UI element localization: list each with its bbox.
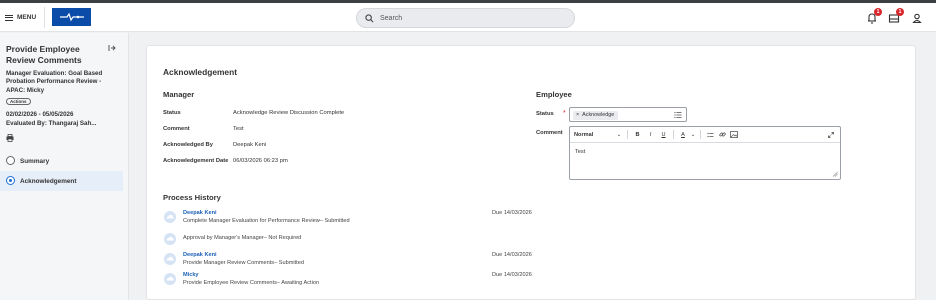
- row-label: Status: [163, 110, 181, 116]
- cloud-icon: [164, 211, 176, 223]
- topbar-divider: [44, 7, 45, 28]
- process-history-item: Deepak Keni Complete Manager Evaluation …: [163, 210, 763, 228]
- cloud-icon: [164, 233, 176, 245]
- cloud-icon: [164, 273, 176, 285]
- row-label: Acknowledged By: [163, 142, 213, 148]
- remove-icon[interactable]: ×: [576, 111, 579, 120]
- actions-button[interactable]: Actions: [6, 98, 31, 105]
- profile-button[interactable]: [910, 11, 924, 25]
- resize-handle-icon[interactable]: [832, 171, 838, 177]
- history-description: Provide Manager Review Comments– Submitt…: [183, 260, 304, 266]
- status-pill[interactable]: × Acknowledge: [573, 110, 619, 120]
- menu-icon: [5, 14, 13, 21]
- bullet-list-icon[interactable]: [704, 127, 716, 143]
- history-person-link[interactable]: Deepak Keni: [183, 210, 217, 216]
- list-icon[interactable]: [674, 111, 682, 119]
- profile-icon: [912, 13, 922, 24]
- history-description: Complete Manager Evaluation for Performa…: [183, 218, 350, 224]
- toolbar-divider: [673, 130, 674, 139]
- top-bar: MENU Search 1 1: [0, 3, 936, 32]
- history-description: Provide Employee Review Comments– Awaiti…: [183, 280, 320, 286]
- chevron-down-icon[interactable]: ⌄: [614, 127, 624, 143]
- process-history-item: Approval by Manager's Manager– Not Requi…: [163, 232, 763, 250]
- collapse-icon[interactable]: [108, 44, 116, 52]
- comment-editor[interactable]: Normal ⌄ B I U A ⌄ Test: [569, 126, 841, 180]
- row-value: Deepak Keni: [233, 142, 267, 148]
- page-title: Provide Employee Review Comments: [6, 44, 82, 65]
- section-title: Acknowledgement: [163, 67, 237, 77]
- step-label: Summary: [20, 157, 50, 165]
- editor-toolbar: Normal ⌄ B I U A ⌄: [570, 127, 840, 143]
- row-value: 06/03/2026 06:23 pm: [233, 158, 288, 164]
- review-period: 02/02/2026 - 05/05/2026: [6, 111, 74, 118]
- logo-icon[interactable]: [52, 8, 91, 26]
- expand-icon[interactable]: [826, 127, 836, 143]
- menu-label: MENU: [17, 14, 37, 21]
- status-pill-label: Acknowledge: [582, 111, 615, 118]
- italic-icon[interactable]: I: [644, 127, 657, 143]
- step-indicator-active: [6, 176, 15, 185]
- menu-button[interactable]: MENU: [5, 9, 36, 26]
- history-description: Approval by Manager's Manager– Not Requi…: [183, 235, 302, 241]
- evaluated-by: Evaluated By: Thangaraj Sah...: [6, 120, 97, 127]
- link-icon[interactable]: [716, 127, 728, 143]
- inbox-badge: 1: [896, 8, 904, 16]
- bold-icon[interactable]: B: [631, 127, 644, 143]
- sidebar: Provide Employee Review Comments Manager…: [0, 33, 129, 300]
- history-person-link[interactable]: Deepak Keni: [183, 252, 217, 258]
- search-icon: [365, 13, 374, 22]
- chevron-down-icon[interactable]: ⌄: [689, 127, 697, 143]
- search-placeholder: Search: [380, 14, 403, 22]
- employee-heading: Employee: [536, 90, 572, 99]
- cloud-icon: [164, 253, 176, 265]
- employee-comment-label: Comment: [536, 130, 563, 136]
- required-mark: *: [563, 110, 566, 117]
- step-list: Summary Acknowledgement: [0, 151, 123, 191]
- process-history-item: Deepak Keni Provide Manager Review Comme…: [163, 252, 763, 270]
- toolbar-divider: [627, 130, 628, 139]
- search-input[interactable]: Search: [356, 8, 575, 28]
- underline-icon[interactable]: U: [657, 127, 670, 143]
- inbox-button[interactable]: 1: [887, 8, 904, 25]
- step-label: Acknowledgement: [20, 177, 77, 185]
- toolbar-divider: [700, 130, 701, 139]
- sidebar-subtitle: Manager Evaluation: Goal Based Probation…: [6, 70, 103, 94]
- row-value: Test: [233, 126, 244, 132]
- acknowledgement-date-row: Acknowledgement Date 06/03/2026 06:23 pm: [163, 158, 288, 164]
- text-color-icon[interactable]: A: [677, 127, 689, 143]
- format-label: Normal: [574, 131, 594, 138]
- notifications-badge: 1: [874, 8, 882, 16]
- step-summary[interactable]: Summary: [0, 151, 123, 171]
- manager-comment-row: Comment Test: [163, 126, 244, 132]
- history-due-date: Due 14/03/2026: [492, 210, 532, 216]
- row-value: Acknowledge Review Discussion Complete: [233, 110, 345, 116]
- row-label: Acknowledgement Date: [163, 158, 229, 164]
- employee-status-label: Status: [536, 111, 554, 117]
- print-icon[interactable]: [6, 134, 14, 142]
- process-history-item: Micky Provide Employee Review Comments– …: [163, 272, 763, 290]
- main-card: Acknowledgement Manager Status Acknowled…: [146, 45, 916, 300]
- image-icon[interactable]: [728, 127, 740, 143]
- acknowledged-by-row: Acknowledged By Deepak Keni: [163, 142, 266, 148]
- step-acknowledgement[interactable]: Acknowledgement: [0, 171, 123, 191]
- status-select[interactable]: × Acknowledge: [569, 107, 687, 122]
- format-select[interactable]: Normal: [570, 127, 614, 143]
- history-due-date: Due 14/03/2026: [492, 272, 532, 278]
- notifications-button[interactable]: 1: [865, 8, 882, 25]
- step-indicator: [6, 156, 15, 165]
- editor-text[interactable]: Test: [575, 149, 585, 155]
- history-due-date: Due 14/03/2026: [492, 252, 532, 258]
- history-person-link[interactable]: Micky: [183, 272, 199, 278]
- sidebar-dates: 02/02/2026 - 05/05/2026 Evaluated By: Th…: [6, 110, 118, 128]
- process-history-heading: Process History: [163, 193, 221, 202]
- manager-status-row: Status Acknowledge Review Discussion Com…: [163, 110, 344, 116]
- row-label: Comment: [163, 126, 190, 132]
- manager-heading: Manager: [163, 90, 195, 99]
